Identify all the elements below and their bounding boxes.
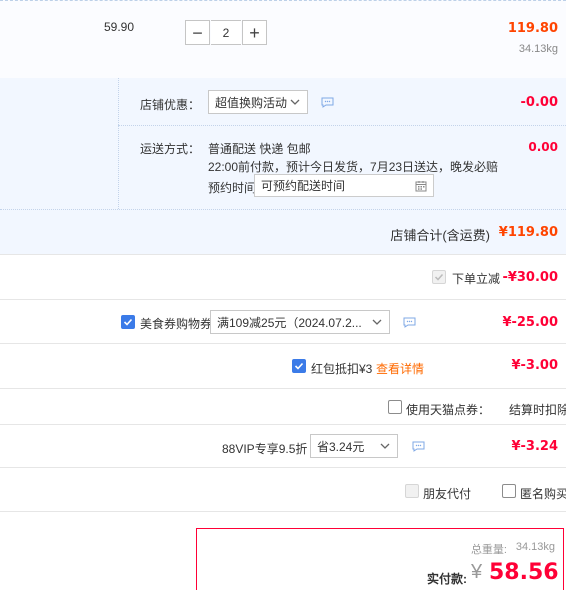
shipping-note: 22:00前付款，预计今日发货，7月23日送达，晚发必赔: [208, 160, 499, 174]
actual-pay-label: 实付款:: [427, 572, 467, 586]
divider: [0, 467, 566, 468]
order-summary-box: 总重量: 34.13kg 实付款: ¥ 58.56: [196, 528, 564, 590]
shipping-label: 运送方式：: [140, 142, 201, 156]
check-icon: [294, 362, 304, 370]
divider: [118, 125, 566, 126]
red-packet-value: ¥-3.00: [511, 358, 558, 373]
actual-pay-value: 58.56: [489, 560, 559, 585]
quantity-input[interactable]: 2: [211, 20, 241, 45]
message-icon[interactable]: [321, 97, 334, 108]
schedule-time-value: 可预约配送时间: [261, 179, 346, 193]
divider: [0, 424, 566, 425]
store-discount-select[interactable]: 超值换购活动: [208, 90, 308, 114]
tmall-points-note: 结算时扣除: [509, 403, 566, 417]
order-item-row: 59.90 − 2 + 119.80 34.13kg: [0, 0, 566, 78]
divider: [0, 254, 566, 255]
message-icon[interactable]: [412, 441, 425, 452]
vip-discount-select[interactable]: 省3.24元: [310, 434, 398, 458]
chevron-down-icon: [290, 99, 300, 105]
vip-discount-select-value: 省3.24元: [317, 439, 365, 454]
chevron-down-icon: [380, 443, 390, 449]
store-discount-select-value: 超值换购活动: [215, 95, 288, 110]
schedule-label: 预约时间: [208, 181, 257, 195]
total-weight-label: 总重量:: [470, 544, 507, 556]
calendar-icon: [415, 181, 427, 192]
friend-pay-checkbox[interactable]: [405, 484, 419, 498]
shop-total-value: ¥119.80: [498, 225, 558, 240]
instant-discount-checkbox[interactable]: [432, 270, 446, 284]
decrease-quantity-button[interactable]: −: [185, 20, 210, 45]
coupon-checkbox[interactable]: [121, 315, 135, 329]
tmall-points-label: 使用天猫点券：: [406, 403, 491, 417]
tmall-points-checkbox[interactable]: [388, 400, 402, 414]
coupon-select[interactable]: 满109减25元（2024.07.2...: [210, 310, 390, 334]
quantity-stepper: − 2 +: [185, 20, 267, 46]
instant-discount-value: -¥30.00: [502, 270, 558, 285]
red-packet-checkbox[interactable]: [292, 359, 306, 373]
shop-total-label: 店铺合计(含运费): [390, 228, 490, 243]
shipping-fee: 0.00: [528, 140, 558, 154]
coupon-label: 美食券购物券: [140, 317, 213, 331]
divider: [0, 299, 566, 300]
anonymous-purchase-checkbox[interactable]: [502, 484, 516, 498]
divider: [0, 343, 566, 344]
red-packet-label: 红包抵扣¥3: [311, 362, 373, 376]
item-weight: 34.13kg: [518, 43, 558, 55]
message-icon[interactable]: [403, 317, 416, 328]
shipping-method: 普通配送 快递 包邮: [208, 142, 311, 156]
currency-symbol: ¥: [471, 561, 483, 583]
anonymous-purchase-label: 匿名购买: [520, 487, 566, 501]
divider: [0, 209, 566, 210]
friend-pay-label: 朋友代付: [423, 487, 472, 501]
coupon-select-value: 满109减25元（2024.07.2...: [217, 315, 362, 330]
chevron-down-icon: [372, 319, 382, 325]
increase-quantity-button[interactable]: +: [242, 20, 267, 45]
vip-discount-value: ¥-3.24: [511, 439, 558, 454]
check-icon: [434, 273, 444, 281]
check-icon: [123, 318, 133, 326]
unit-price: 59.90: [104, 20, 135, 34]
instant-discount-label: 下单立减: [452, 272, 501, 286]
total-weight-value: 34.13kg: [515, 541, 555, 553]
vip-discount-label: 88VIP专享9.5折: [222, 442, 308, 456]
divider: [0, 388, 566, 389]
divider: [0, 511, 566, 512]
shop-section: 店铺优惠： 超值换购活动 -0.00 运送方式： 普通配送 快递 包邮 22:0…: [0, 78, 566, 254]
red-packet-details-link[interactable]: 查看详情: [376, 360, 424, 377]
schedule-time-picker[interactable]: 可预约配送时间: [254, 174, 434, 197]
item-subtotal: 119.80: [507, 21, 558, 36]
store-discount-label: 店铺优惠：: [140, 98, 201, 112]
coupon-value: ¥-25.00: [502, 315, 558, 330]
store-discount-value: -0.00: [520, 95, 558, 110]
